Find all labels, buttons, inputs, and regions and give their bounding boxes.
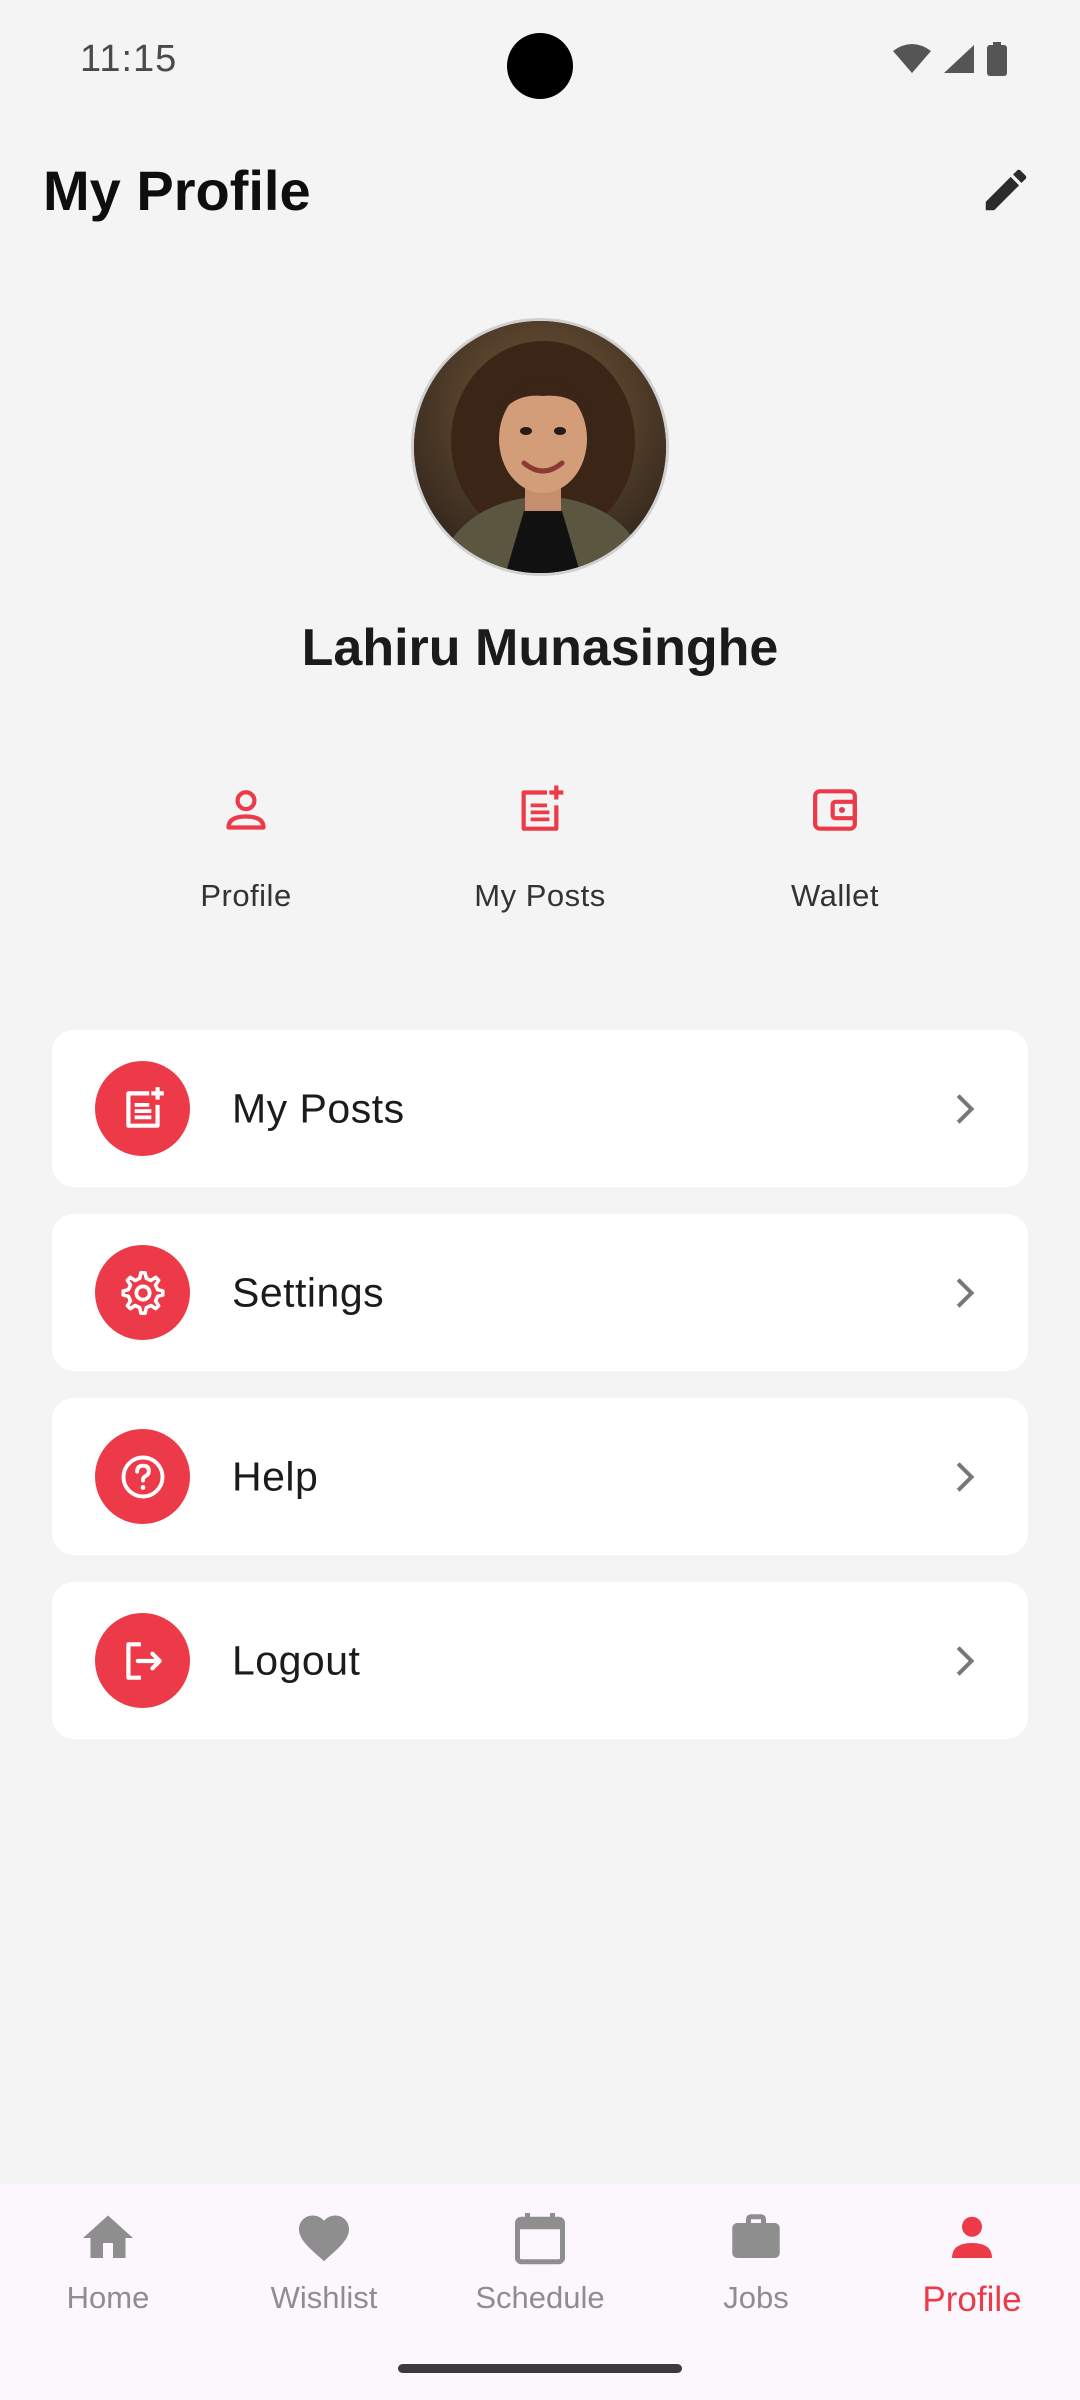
- menu-icon-badge: [95, 1429, 190, 1524]
- profile-screen: 11:15 My Profile Lahiru Munasinghe Profi…: [0, 0, 1080, 2400]
- nav-item-schedule[interactable]: Schedule: [432, 2208, 648, 2348]
- menu-item-label: Logout: [232, 1637, 361, 1683]
- nav-label: Home: [66, 2280, 150, 2315]
- nav-item-wishlist[interactable]: Wishlist: [216, 2208, 432, 2348]
- chevron-right-icon: [956, 1645, 975, 1676]
- nav-label: Wishlist: [270, 2280, 378, 2315]
- nav-item-profile[interactable]: Profile: [864, 2208, 1080, 2348]
- nav-item-jobs[interactable]: Jobs: [648, 2208, 864, 2348]
- signal-icon: [944, 45, 974, 73]
- menu-icon-badge: [95, 1061, 190, 1156]
- briefcase-icon: [732, 2214, 780, 2258]
- user-photo: [414, 321, 666, 573]
- home-icon: [83, 2215, 133, 2258]
- user-name: Lahiru Munasinghe: [301, 619, 779, 677]
- quick-action-label: Profile: [200, 878, 292, 913]
- menu-icon-badge: [95, 1245, 190, 1340]
- menu-item-my-posts[interactable]: My Posts: [52, 1030, 1028, 1187]
- menu-item-logout[interactable]: Logout: [52, 1582, 1028, 1739]
- heart-icon: [299, 2215, 349, 2262]
- quick-action-profile[interactable]: Profile: [136, 770, 356, 940]
- chevron-right-icon: [956, 1461, 975, 1492]
- nav-label: Jobs: [723, 2280, 789, 2315]
- edit-profile-button[interactable]: [972, 156, 1040, 224]
- nav-item-home[interactable]: Home: [0, 2208, 216, 2348]
- wallet-icon: [813, 789, 857, 831]
- menu-icon-badge: [95, 1613, 190, 1708]
- quick-actions: Profile My Posts Wallet: [0, 770, 1080, 940]
- home-indicator: [398, 2364, 682, 2373]
- menu-item-label: My Posts: [232, 1085, 405, 1131]
- menu-item-label: Settings: [232, 1269, 385, 1315]
- logout-icon: [125, 1641, 162, 1680]
- help-icon: [121, 1455, 164, 1498]
- wifi-icon: [893, 44, 931, 73]
- menu-item-help[interactable]: Help: [52, 1398, 1028, 1555]
- menu-item-label: Help: [232, 1453, 319, 1499]
- profile-menu: My Posts Settings Help Logout: [52, 1030, 1028, 1766]
- nav-label: Schedule: [475, 2280, 605, 2315]
- gear-icon: [120, 1270, 165, 1315]
- chevron-right-icon: [956, 1093, 975, 1124]
- post-add-icon: [125, 1086, 164, 1128]
- camera-cutout: [507, 33, 573, 99]
- pencil-icon: [985, 169, 1027, 211]
- post-add-icon: [521, 785, 564, 831]
- app-header: My Profile: [0, 140, 1080, 240]
- avatar[interactable]: [411, 318, 669, 576]
- status-icons: [892, 42, 1008, 76]
- nav-label: Profile: [922, 2280, 1022, 2319]
- quick-action-label: My Posts: [474, 878, 606, 913]
- battery-icon: [987, 42, 1007, 76]
- page-title: My Profile: [43, 159, 311, 222]
- quick-action-my-posts[interactable]: My Posts: [430, 770, 650, 940]
- status-time: 11:15: [80, 38, 178, 80]
- person-outline-icon: [226, 790, 266, 830]
- calendar-icon: [515, 2213, 565, 2265]
- quick-action-wallet[interactable]: Wallet: [725, 770, 945, 940]
- quick-action-label: Wallet: [791, 878, 879, 913]
- menu-item-settings[interactable]: Settings: [52, 1214, 1028, 1371]
- status-bar: 11:15: [0, 0, 1080, 118]
- person-icon: [952, 2216, 992, 2258]
- chevron-right-icon: [956, 1277, 975, 1308]
